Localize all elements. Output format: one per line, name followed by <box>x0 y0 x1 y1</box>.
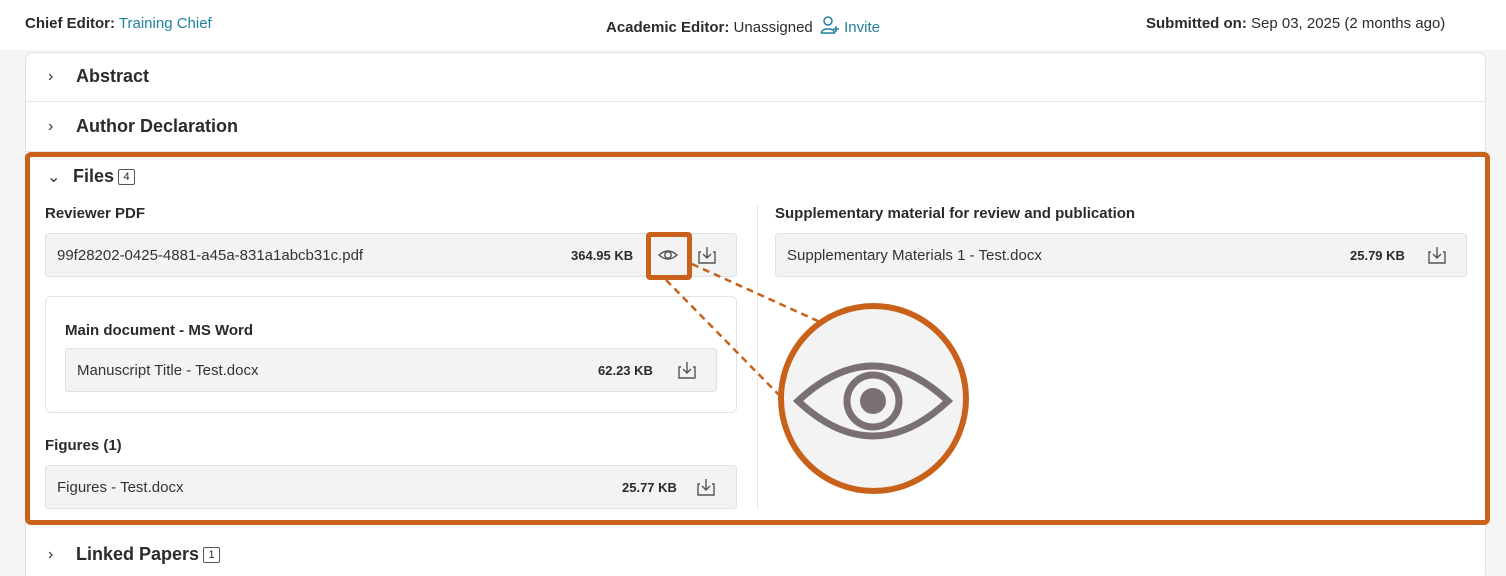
author-declaration-title: Author Declaration <box>76 116 239 136</box>
abstract-section: › Abstract <box>26 53 1485 102</box>
submission-meta-bar: Chief Editor: Training Chief Academic Ed… <box>0 0 1506 50</box>
view-button-highlight <box>646 232 692 280</box>
linked-papers-title: Linked Papers <box>76 544 200 564</box>
chief-editor-link[interactable]: Training Chief <box>119 15 212 32</box>
author-declaration-section: › Author Declaration <box>26 102 1485 152</box>
linked-papers-toggle[interactable]: › Linked Papers 1 <box>48 544 221 565</box>
submitted-on: Submitted on: Sep 03, 2025 (2 months ago… <box>1146 15 1445 32</box>
submitted-label: Submitted on: <box>1146 15 1247 32</box>
abstract-title: Abstract <box>76 66 150 86</box>
author-declaration-toggle[interactable]: › Author Declaration <box>48 116 238 137</box>
chief-editor: Chief Editor: Training Chief <box>25 15 212 32</box>
chief-editor-label: Chief Editor: <box>25 15 115 32</box>
linked-papers-section: › Linked Papers 1 <box>26 533 1485 576</box>
submitted-value: Sep 03, 2025 (2 months ago) <box>1251 15 1446 32</box>
chevron-right-icon: › <box>48 545 54 563</box>
files-section-highlight <box>25 152 1490 525</box>
chevron-right-icon: › <box>48 117 54 135</box>
abstract-toggle[interactable]: › Abstract <box>48 66 149 87</box>
zoomed-eye-callout <box>778 303 969 494</box>
eye-icon <box>792 362 954 440</box>
add-user-icon[interactable] <box>820 15 840 35</box>
chevron-right-icon: › <box>48 67 54 85</box>
academic-editor: Academic Editor: Unassigned Invite <box>606 15 880 36</box>
linked-papers-count: 1 <box>203 546 221 563</box>
academic-editor-value: Unassigned <box>733 19 813 36</box>
academic-editor-label: Academic Editor: <box>606 19 730 36</box>
invite-link[interactable]: Invite <box>844 19 880 36</box>
